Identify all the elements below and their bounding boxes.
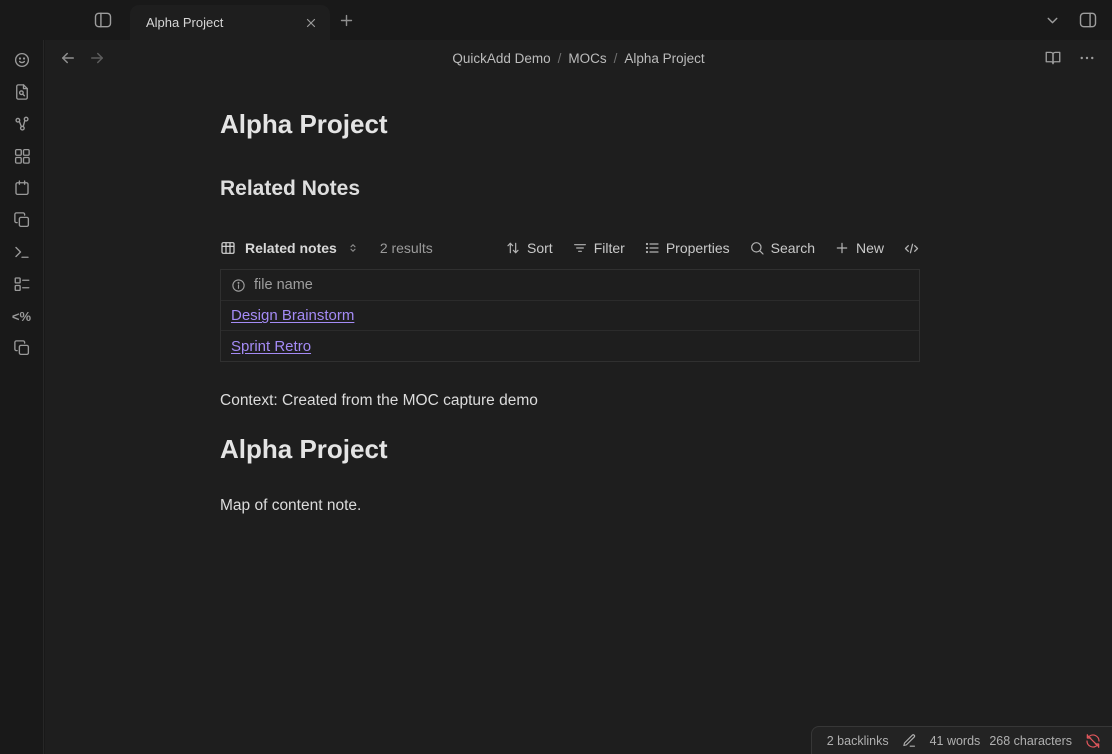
filter-button[interactable]: Filter bbox=[572, 240, 625, 256]
note-link-design-brainstorm[interactable]: Design Brainstorm bbox=[231, 307, 354, 324]
base-view-name: Related notes bbox=[245, 240, 337, 256]
close-icon[interactable] bbox=[302, 14, 320, 32]
breadcrumb: QuickAdd Demo / MOCs / Alpha Project bbox=[452, 51, 704, 66]
templater-icon[interactable]: <% bbox=[13, 307, 31, 325]
properties-button[interactable]: Properties bbox=[644, 240, 730, 256]
code-view-icon[interactable] bbox=[903, 240, 920, 257]
layout-grid-icon[interactable] bbox=[13, 147, 31, 165]
calendar-icon[interactable] bbox=[13, 179, 31, 197]
section-heading: Related Notes bbox=[220, 176, 920, 201]
base-view-switcher[interactable]: Related notes bbox=[220, 240, 359, 256]
word-count: 41 words bbox=[930, 734, 981, 748]
layout-list-icon[interactable] bbox=[13, 275, 31, 293]
context-paragraph: Context: Created from the MOC capture de… bbox=[220, 390, 920, 412]
table-column-header-file-name[interactable]: file name bbox=[221, 270, 919, 301]
table-row: Design Brainstorm bbox=[221, 301, 919, 331]
status-bar: 2 backlinks 41 words 268 characters bbox=[811, 726, 1112, 754]
workspace: QuickAdd Demo / MOCs / Alpha Project Alp… bbox=[45, 40, 1112, 754]
back-arrow-icon[interactable] bbox=[59, 49, 77, 67]
clock-icon[interactable] bbox=[13, 51, 31, 69]
copy-files-icon[interactable] bbox=[13, 211, 31, 229]
edit-mode-pencil-icon[interactable] bbox=[902, 733, 917, 748]
breadcrumb-separator: / bbox=[558, 51, 562, 66]
column-header-label: file name bbox=[254, 277, 313, 293]
new-entry-button[interactable]: New bbox=[834, 240, 884, 256]
forward-arrow-icon[interactable] bbox=[88, 49, 106, 67]
base-toolbar: Related notes 2 results Sort Filter Prop… bbox=[220, 235, 920, 261]
graph-icon[interactable] bbox=[13, 115, 31, 133]
sync-error-icon[interactable] bbox=[1085, 733, 1101, 749]
tab-bar: Alpha Project bbox=[0, 0, 1112, 40]
table-row: Sprint Retro bbox=[221, 331, 919, 361]
search-label: Search bbox=[771, 240, 815, 256]
base-table: file name Design Brainstorm Sprint Retro bbox=[220, 269, 920, 362]
view-header: QuickAdd Demo / MOCs / Alpha Project bbox=[45, 40, 1112, 76]
breadcrumb-segment-vault[interactable]: QuickAdd Demo bbox=[452, 51, 550, 66]
templater-glyph: <% bbox=[12, 309, 31, 324]
filter-label: Filter bbox=[594, 240, 625, 256]
backlinks-count[interactable]: 2 backlinks bbox=[827, 734, 889, 748]
reading-view-icon[interactable] bbox=[1044, 49, 1062, 67]
file-search-icon[interactable] bbox=[13, 83, 31, 101]
breadcrumb-separator: / bbox=[614, 51, 618, 66]
note-title: Alpha Project bbox=[220, 109, 920, 140]
info-icon bbox=[231, 278, 246, 293]
sidebar-left-toggle-icon[interactable] bbox=[93, 10, 113, 30]
results-count: 2 results bbox=[380, 240, 433, 256]
sidebar-right-toggle-icon[interactable] bbox=[1078, 10, 1098, 30]
character-count: 268 characters bbox=[989, 734, 1072, 748]
tab-title: Alpha Project bbox=[146, 15, 302, 30]
copy-files-icon-2[interactable] bbox=[13, 339, 31, 357]
terminal-icon[interactable] bbox=[13, 243, 31, 261]
sort-button[interactable]: Sort bbox=[505, 240, 553, 256]
ribbon: <% bbox=[0, 40, 44, 754]
embed-note-title: Alpha Project bbox=[220, 434, 920, 465]
tab-list-chevron-icon[interactable] bbox=[1044, 12, 1061, 29]
chevrons-up-down-icon bbox=[347, 242, 359, 254]
breadcrumb-segment-folder[interactable]: MOCs bbox=[568, 51, 606, 66]
search-button[interactable]: Search bbox=[749, 240, 815, 256]
breadcrumb-segment-note[interactable]: Alpha Project bbox=[624, 51, 704, 66]
tab-alpha-project[interactable]: Alpha Project bbox=[130, 5, 330, 40]
sort-label: Sort bbox=[527, 240, 553, 256]
note-link-sprint-retro[interactable]: Sprint Retro bbox=[231, 338, 311, 355]
new-label: New bbox=[856, 240, 884, 256]
more-options-icon[interactable] bbox=[1078, 49, 1096, 67]
new-tab-icon[interactable] bbox=[338, 12, 355, 29]
moc-paragraph: Map of content note. bbox=[220, 495, 920, 517]
properties-label: Properties bbox=[666, 240, 730, 256]
note-editor: Alpha Project Related Notes Related note… bbox=[220, 109, 920, 517]
